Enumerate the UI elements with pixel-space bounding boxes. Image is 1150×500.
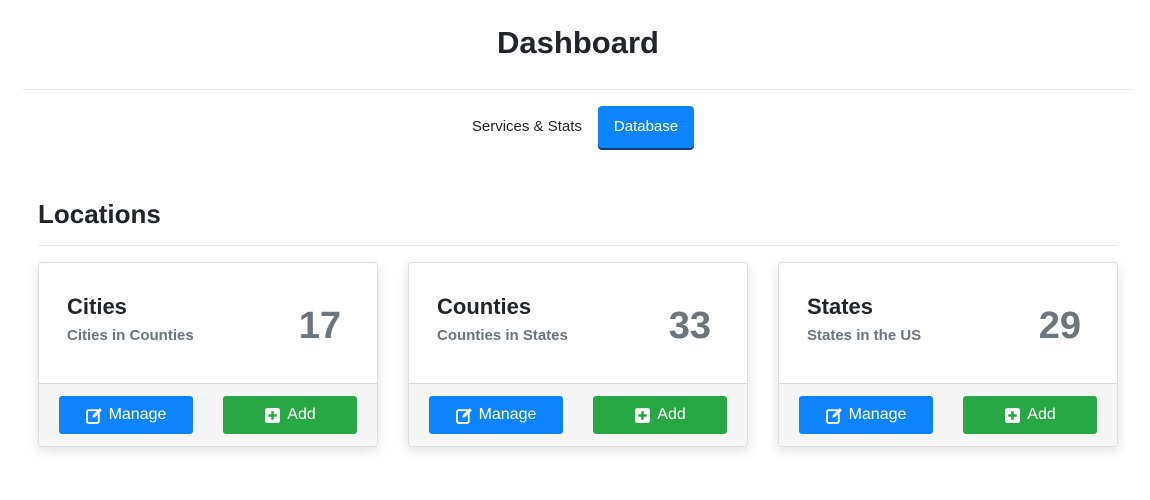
card-body: States States in the US 29 [779, 263, 1117, 384]
plus-square-icon [1004, 407, 1021, 424]
add-county-button[interactable]: Add [593, 396, 727, 434]
card-count: 29 [1038, 305, 1081, 347]
manage-label: Manage [108, 406, 167, 423]
card-subtitle: States in the US [807, 327, 922, 344]
edit-icon [455, 407, 473, 424]
page-title: Dashboard [497, 24, 659, 60]
card-title: Cities [67, 294, 127, 319]
manage-cities-button[interactable]: Manage [59, 396, 193, 434]
page-header: Dashboard [23, 0, 1133, 90]
add-city-button[interactable]: Add [223, 396, 357, 434]
add-label: Add [287, 406, 316, 423]
section-title: Locations [38, 199, 161, 229]
card-footer: Manage Add [409, 384, 747, 446]
tab-database[interactable]: Database [597, 106, 695, 148]
section-divider [38, 245, 1118, 246]
card-footer: Manage Add [39, 384, 377, 446]
card-body: Counties Counties in States 33 [409, 263, 747, 384]
card-subtitle: Counties in States [437, 327, 568, 344]
add-state-button[interactable]: Add [963, 396, 1097, 434]
card-subtitle: Cities in Counties [67, 327, 194, 344]
card-footer: Manage Add [779, 384, 1117, 446]
card-cities: Cities Cities in Counties 17 Manage Add [38, 262, 378, 447]
plus-square-icon [634, 407, 651, 424]
manage-states-button[interactable]: Manage [799, 396, 933, 434]
edit-icon [825, 407, 843, 424]
card-title: States [807, 294, 874, 319]
card-count: 17 [298, 305, 341, 347]
card-counties: Counties Counties in States 33 Manage Ad… [408, 262, 748, 447]
card-states: States States in the US 29 Manage Add [778, 262, 1118, 447]
nav-tabs: Services & Stats Database [0, 106, 1150, 148]
add-label: Add [1027, 406, 1056, 423]
card-body: Cities Cities in Counties 17 [39, 263, 377, 384]
plus-square-icon [264, 407, 281, 424]
card-title: Counties [437, 294, 532, 319]
edit-icon [85, 407, 103, 424]
manage-counties-button[interactable]: Manage [429, 396, 563, 434]
tab-services-stats[interactable]: Services & Stats [456, 106, 598, 148]
manage-label: Manage [478, 406, 537, 423]
add-label: Add [657, 406, 686, 423]
card-count: 33 [668, 305, 711, 347]
manage-label: Manage [848, 406, 907, 423]
